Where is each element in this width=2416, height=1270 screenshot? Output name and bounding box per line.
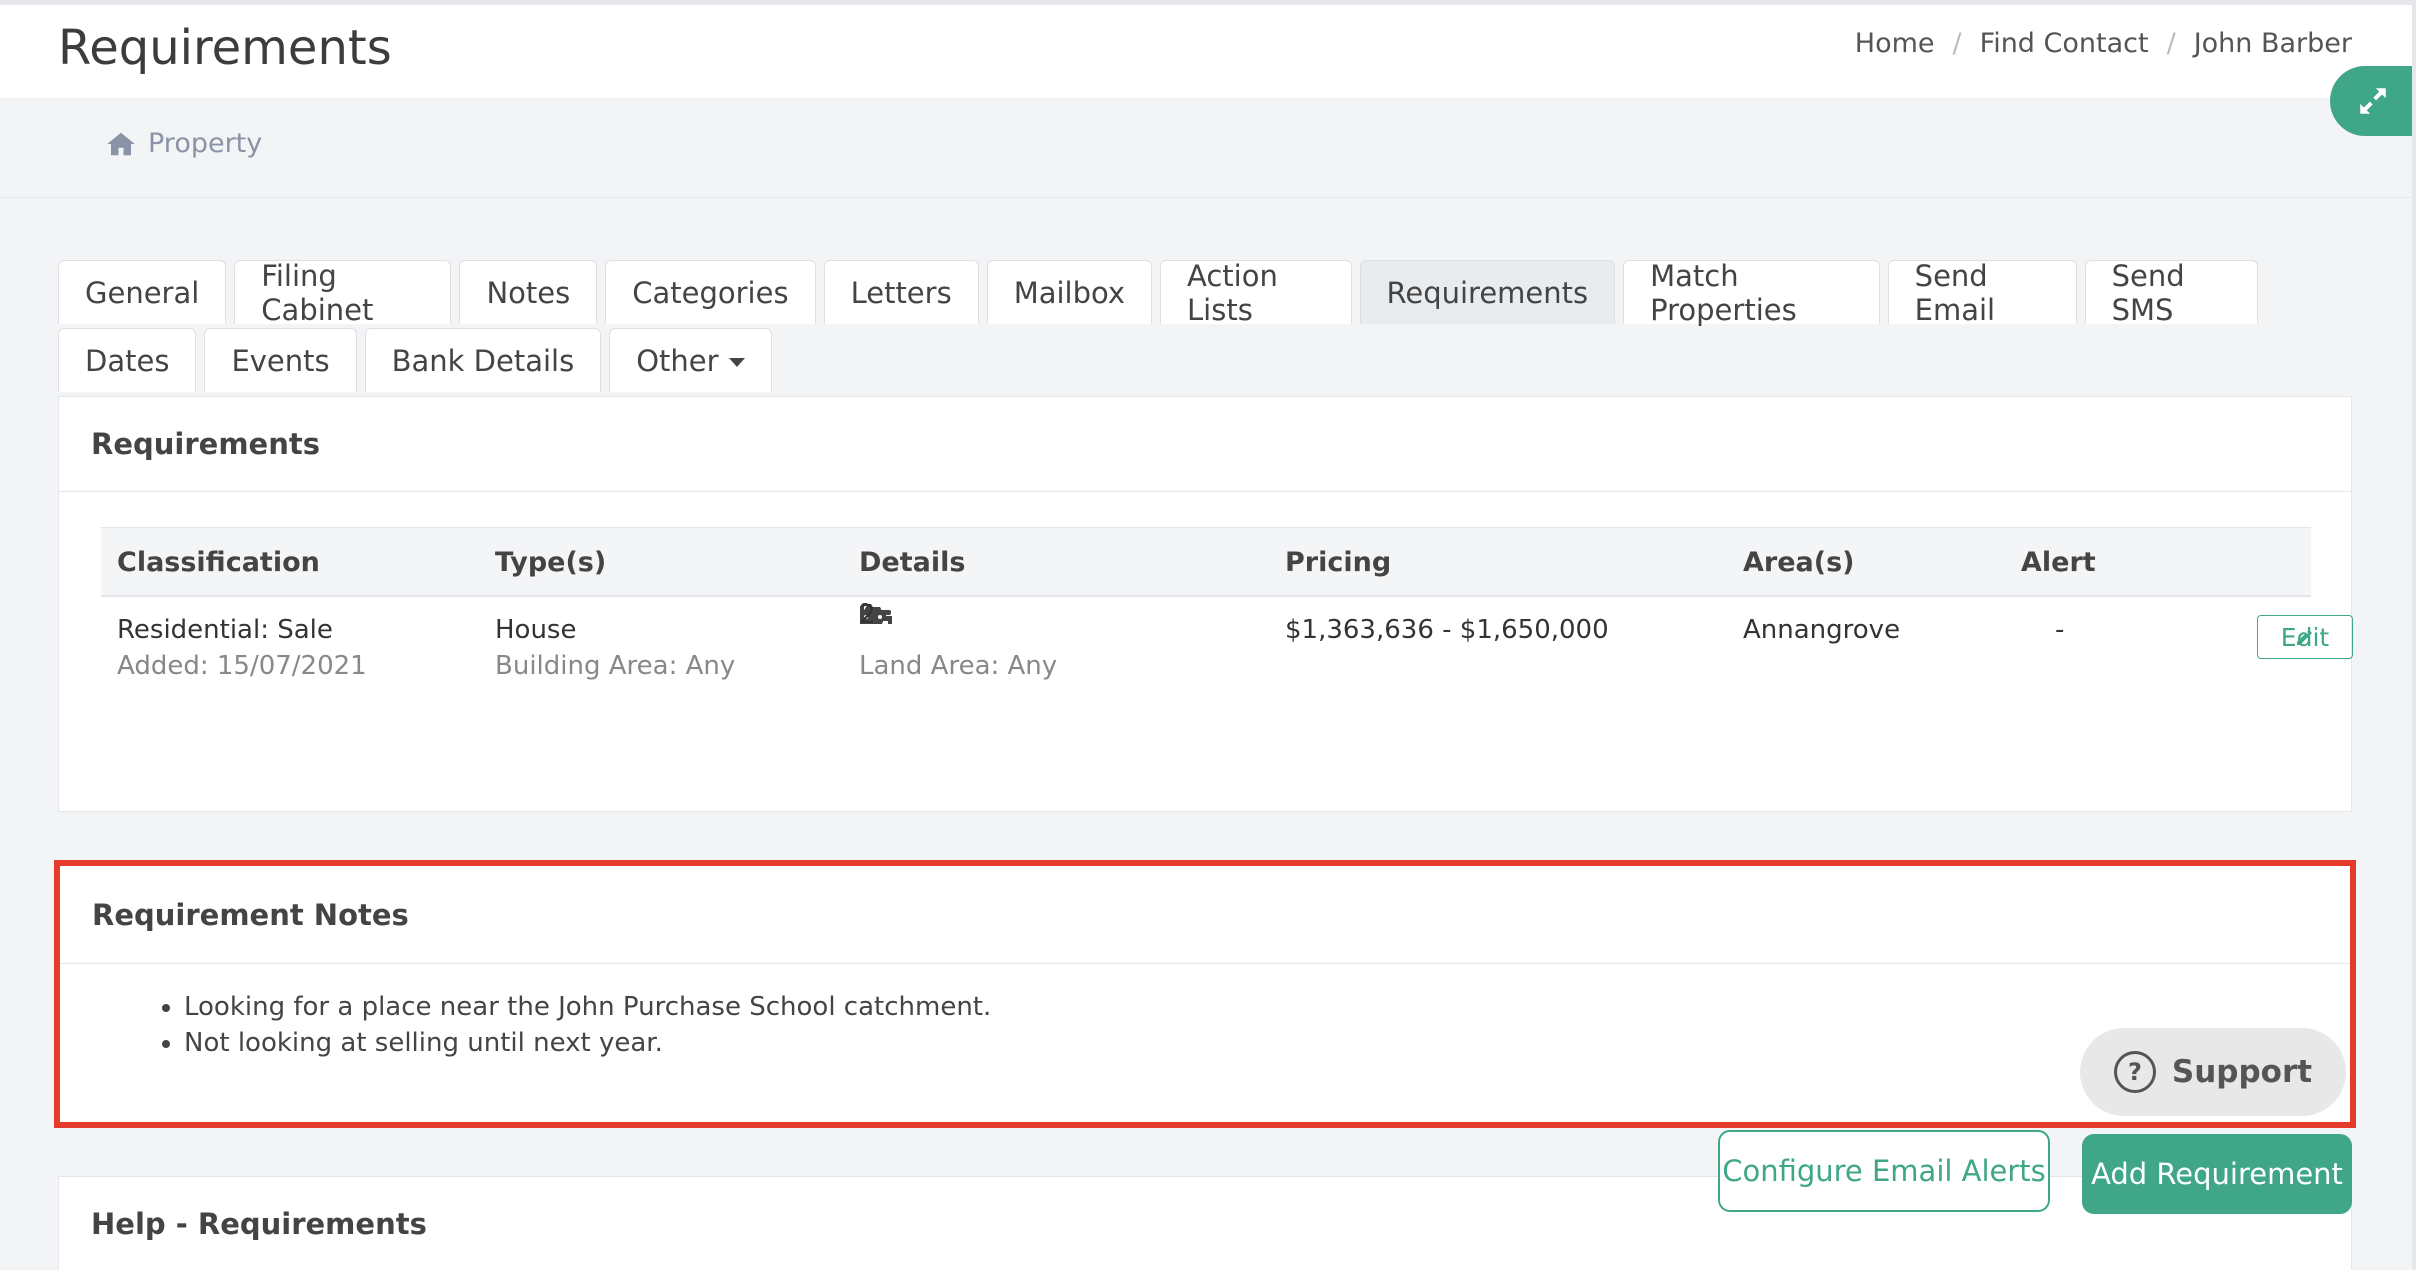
page-title: Requirements <box>58 20 392 76</box>
tab-letters[interactable]: Letters <box>823 260 979 324</box>
support-button[interactable]: ? Support <box>2080 1028 2346 1116</box>
tab-match-properties[interactable]: Match Properties <box>1623 259 1880 327</box>
requirement-notes-card: Requirement Notes Looking for a place ne… <box>54 860 2356 1128</box>
tab-other-dropdown[interactable]: Other <box>609 328 772 392</box>
breadcrumb-current: John Barber <box>2193 28 2352 59</box>
requirements-table: Classification Type(s) Details Pricing A… <box>101 527 2353 707</box>
cars-count: 2 <box>859 600 876 630</box>
tab-mailbox[interactable]: Mailbox <box>986 260 1153 324</box>
column-header-pricing: Pricing <box>1285 547 1392 578</box>
breadcrumb-separator: / <box>2166 28 2176 59</box>
tab-row-2: Dates Events Bank Details Other <box>58 328 2258 392</box>
tab-action-lists[interactable]: Action Lists <box>1160 259 1352 327</box>
cars-feature: 2 <box>859 600 887 630</box>
add-requirement-button[interactable]: Add Requirement <box>2082 1134 2352 1214</box>
window-edge <box>2412 0 2416 1270</box>
support-label: Support <box>2171 1054 2313 1090</box>
sub-navigation-bar <box>0 98 2416 198</box>
tab-requirements[interactable]: Requirements <box>1359 260 1616 324</box>
tab-send-email[interactable]: Send Email <box>1887 259 2077 327</box>
alert-value: - <box>2055 615 2065 645</box>
help-circle-icon: ? <box>2113 1051 2156 1093</box>
list-item: Not looking at selling until next year. <box>184 1028 2350 1058</box>
tab-row-1: General Filing Cabinet Notes Categories … <box>58 259 2259 327</box>
building-area: Building Area: Any <box>495 651 736 681</box>
breadcrumb-separator: / <box>1952 28 1962 59</box>
breadcrumb: Home / Find Contact / John Barber <box>1855 28 2352 59</box>
tab-send-sms[interactable]: Send SMS <box>2084 259 2259 327</box>
table-row: Residential: Sale Added: 15/07/2021 Hous… <box>101 597 2353 707</box>
configure-email-alerts-button[interactable]: Configure Email Alerts <box>1718 1130 2050 1212</box>
property-link[interactable]: Property <box>106 128 262 159</box>
breadcrumb-find-contact[interactable]: Find Contact <box>1980 28 2149 59</box>
pricing-value: $1,363,636 - $1,650,000 <box>1285 615 1609 645</box>
requirement-notes-title: Requirement Notes <box>60 866 2350 964</box>
tab-bar: General Filing Cabinet Notes Categories … <box>58 259 2259 396</box>
column-header-areas: Area(s) <box>1743 547 1855 578</box>
help-requirements-title: Help - Requirements <box>91 1206 427 1241</box>
requirements-card: Requirements Classification Type(s) Deta… <box>58 396 2353 812</box>
requirements-card-title: Requirements <box>59 397 2351 492</box>
home-icon <box>107 132 135 155</box>
tab-bank-details[interactable]: Bank Details <box>364 328 602 392</box>
tab-general[interactable]: General <box>58 260 227 324</box>
column-header-alert: Alert <box>2021 547 2096 578</box>
column-header-types: Type(s) <box>495 547 607 578</box>
table-header: Classification Type(s) Details Pricing A… <box>101 527 2311 597</box>
edit-button[interactable]: Edit <box>2257 615 2353 659</box>
list-item: Looking for a place near the John Purcha… <box>184 992 2350 1022</box>
breadcrumb-home[interactable]: Home <box>1855 28 1935 59</box>
type-value: House <box>495 615 577 645</box>
area-value: Annangrove <box>1743 615 1901 645</box>
column-header-classification: Classification <box>117 547 320 578</box>
land-area: Land Area: Any <box>859 651 1058 681</box>
edit-label: Edit <box>2280 622 2330 652</box>
tab-other-label: Other <box>636 343 719 378</box>
tab-categories[interactable]: Categories <box>605 260 816 324</box>
tab-notes[interactable]: Notes <box>459 260 598 324</box>
classification-value: Residential: Sale <box>117 615 333 645</box>
notes-list: Looking for a place near the John Purcha… <box>60 992 2350 1058</box>
column-header-details: Details <box>859 547 966 578</box>
caret-down-icon <box>728 358 745 367</box>
tab-dates[interactable]: Dates <box>58 328 197 392</box>
tab-filing-cabinet[interactable]: Filing Cabinet <box>234 259 452 327</box>
tab-events[interactable]: Events <box>204 328 357 392</box>
property-label: Property <box>148 128 263 159</box>
added-date: Added: 15/07/2021 <box>117 651 367 681</box>
